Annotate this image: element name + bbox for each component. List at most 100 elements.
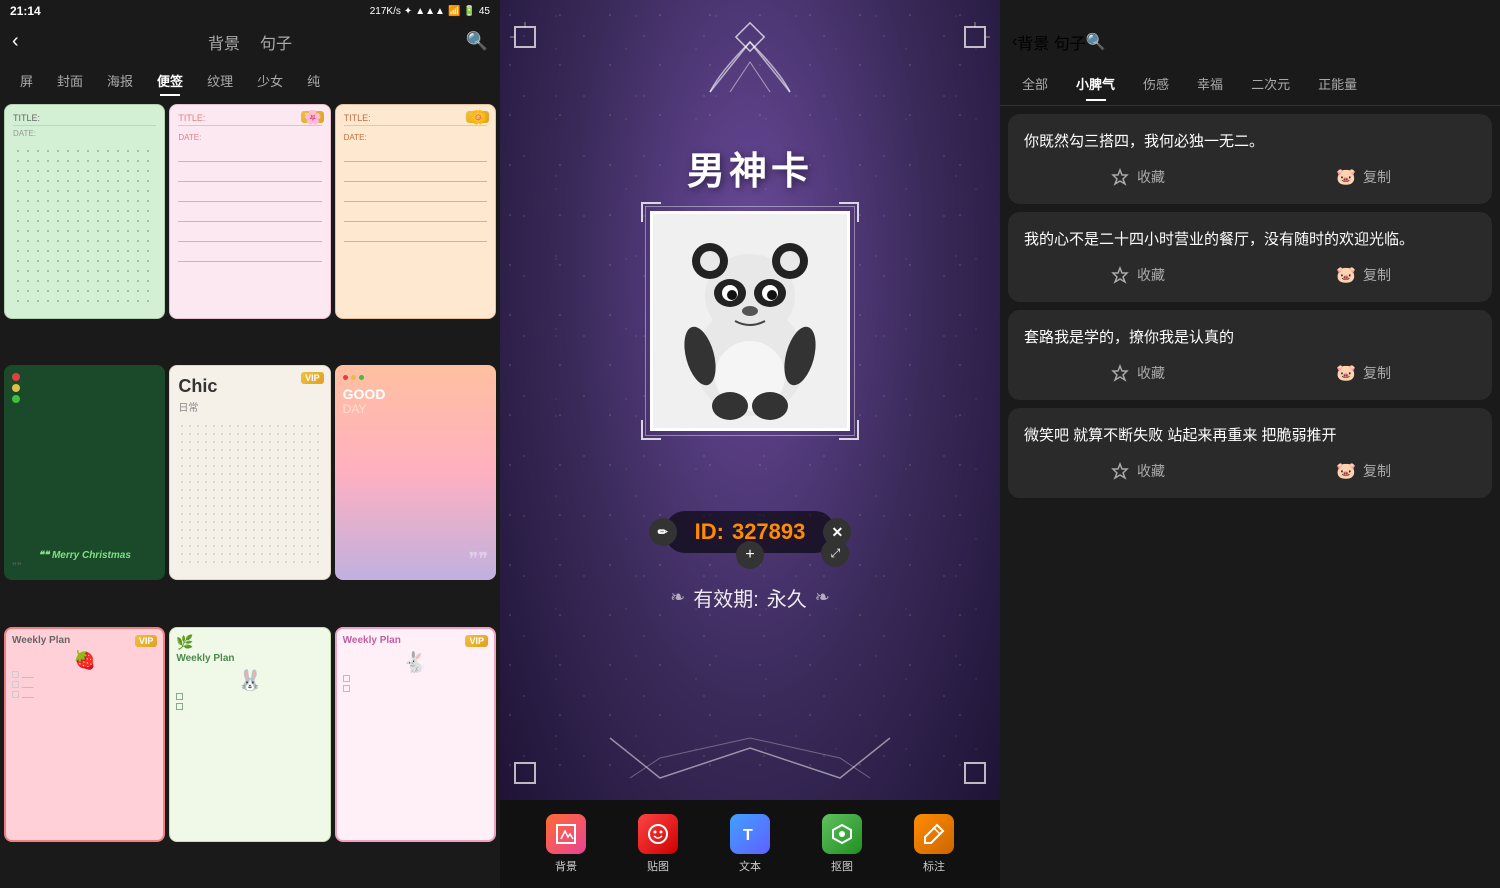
chic-dots <box>178 422 321 569</box>
wallpaper-item-1[interactable]: TITLE: DATE: <box>4 104 165 319</box>
good-day-content: GOOD DAY ❞❞ <box>335 365 496 580</box>
copy-icon-1: 🐷 <box>1335 166 1357 188</box>
add-element-button[interactable]: + <box>736 541 764 569</box>
collect-btn-1[interactable]: 收藏 <box>1109 166 1165 188</box>
cat-tab-screen[interactable]: 屏 <box>8 67 45 94</box>
panda-meme-figure <box>653 214 847 428</box>
frame-corner-bl <box>641 420 661 440</box>
copy-label-2: 复制 <box>1363 265 1391 285</box>
gd-dots <box>343 375 488 380</box>
copy-btn-4[interactable]: 🐷 复制 <box>1335 460 1391 482</box>
right-category-tabs: 全部 小脾气 伤感 幸福 二次元 正能量 <box>1000 62 1500 106</box>
copy-icon-2: 🐷 <box>1335 264 1357 286</box>
copy-btn-2[interactable]: 🐷 复制 <box>1335 264 1391 286</box>
note-title-1: TITLE: <box>13 113 156 126</box>
cat-tab-girl[interactable]: 少女 <box>245 67 295 94</box>
note-dots-1 <box>13 146 156 304</box>
quote-marks: ❞❞ <box>343 549 488 570</box>
vip-badge-9: VIP <box>465 635 488 647</box>
network-left: 217K/s <box>370 6 401 17</box>
back-button-left[interactable]: ‹ <box>12 30 19 53</box>
quote-actions-4: 收藏 🐷 复制 <box>1024 460 1476 482</box>
rcat-happy[interactable]: 幸福 <box>1183 68 1237 99</box>
search-icon-left[interactable]: 🔍 <box>466 31 488 52</box>
dot-green <box>12 395 20 403</box>
signal-icon-left: ▲▲▲ <box>415 6 445 17</box>
quote-actions-3: 收藏 🐷 复制 <box>1024 362 1476 384</box>
copy-label-3: 复制 <box>1363 363 1391 383</box>
collect-btn-3[interactable]: 收藏 <box>1109 362 1165 384</box>
note-date-3: DATE: <box>344 133 487 142</box>
wallpaper-item-8[interactable]: 🌿 Weekly Plan 🐰 <box>169 627 330 842</box>
quote-card-2: 我的心不是二十四小时营业的餐厅，没有随时的欢迎光临。 收藏 🐷 复制 <box>1008 212 1492 302</box>
nav-tab-quotes-right[interactable]: 句子 <box>1054 36 1086 53</box>
panel-right: 21:14 ....2.1K/s ✦ ▲▲ 📶 🔋 45 ‹ 背景 句子 🔍 全… <box>1000 0 1500 888</box>
frame-corner-br <box>839 420 859 440</box>
collect-label-2: 收藏 <box>1137 265 1165 285</box>
rcat-all[interactable]: 全部 <box>1008 68 1062 99</box>
xmas-text: ❝❝ Merry Christmas <box>38 550 130 561</box>
nav-tab-quotes-left[interactable]: 句子 <box>260 30 292 54</box>
traffic-lights <box>12 373 157 403</box>
wallpaper-item-5[interactable]: VIP Chic 日常 <box>169 365 330 580</box>
card-image-frame <box>650 211 850 431</box>
wallpaper-item-3[interactable]: VIP TITLE: DATE: 🌼 <box>335 104 496 319</box>
rcat-temper[interactable]: 小脾气 <box>1062 68 1129 99</box>
id-value: 327893 <box>732 519 805 545</box>
center-card-content: 男神卡 <box>500 0 1000 888</box>
nav-tab-background-right[interactable]: 背景 <box>1017 36 1049 53</box>
quote-actions-1: 收藏 🐷 复制 <box>1024 166 1476 188</box>
quote-text-1: 你既然勾三搭四，我何必独一无二。 <box>1024 130 1476 154</box>
frame-corner-tl <box>641 202 661 222</box>
expand-button[interactable]: ⤢ <box>821 539 849 567</box>
wallpaper-item-7[interactable]: VIP Weekly Plan 🍓 ___ ___ ___ <box>4 627 165 842</box>
card-validity: ❧ 有效期: 永久 ❧ <box>670 583 830 612</box>
strawberry-emoji: 🍓 <box>12 650 157 671</box>
star-icon-3 <box>1109 362 1131 384</box>
wallpaper-grid: TITLE: DATE: VIP TITLE: DATE: 🌸 VIP TI <box>0 100 500 888</box>
nav-tab-background-left[interactable]: 背景 <box>208 30 240 54</box>
wallpaper-item-2[interactable]: VIP TITLE: DATE: 🌸 <box>169 104 330 319</box>
copy-icon-3: 🐷 <box>1335 362 1357 384</box>
cat-tab-note[interactable]: 便签 <box>145 67 195 94</box>
quote-card-1: 你既然勾三搭四，我何必独一无二。 收藏 🐷 复制 <box>1008 114 1492 204</box>
edit-button[interactable]: ✏ <box>649 518 677 546</box>
flower-deco-3: 🌼 <box>470 109 487 126</box>
weekly-content-9: Weekly Plan 🐇 <box>337 629 494 840</box>
quote-text-2: 我的心不是二十四小时营业的餐厅，没有随时的欢迎光临。 <box>1024 228 1476 252</box>
cat-tab-poster[interactable]: 海报 <box>95 67 145 94</box>
wifi-icon-left: 📶 <box>448 6 460 17</box>
validity-label: 有效期: <box>693 583 759 612</box>
cat-tab-cover[interactable]: 封面 <box>45 67 95 94</box>
collect-label-1: 收藏 <box>1137 167 1165 187</box>
note-date-1: DATE: <box>13 129 156 138</box>
cat-tab-texture[interactable]: 纹理 <box>195 67 245 94</box>
wallpaper-item-9[interactable]: VIP Weekly Plan 🐇 <box>335 627 496 842</box>
battery-left: 🔋 <box>463 6 475 17</box>
panel-center: 21:14 0.7K/s ✦ ▲▲ 📶 🔋 45 <box>500 0 1000 888</box>
copy-label-4: 复制 <box>1363 461 1391 481</box>
note-content-2: TITLE: DATE: <box>170 105 329 318</box>
copy-btn-1[interactable]: 🐷 复制 <box>1335 166 1391 188</box>
star-icon-1 <box>1109 166 1131 188</box>
validity-value: 永久 <box>767 583 807 612</box>
cat-tab-pure[interactable]: 纯 <box>295 67 332 94</box>
collect-btn-4[interactable]: 收藏 <box>1109 460 1165 482</box>
collect-btn-2[interactable]: 收藏 <box>1109 264 1165 286</box>
weekly-content-7: Weekly Plan 🍓 ___ ___ ___ <box>6 629 163 840</box>
weekly-content-8: 🌿 Weekly Plan 🐰 <box>170 628 329 841</box>
rcat-sad[interactable]: 伤感 <box>1129 68 1183 99</box>
panel-left: 21:14 217K/s ✦ ▲▲▲ 📶 🔋 45 ‹ 背景 句子 🔍 屏 封面… <box>0 0 500 888</box>
copy-btn-3[interactable]: 🐷 复制 <box>1335 362 1391 384</box>
collect-label-3: 收藏 <box>1137 363 1165 383</box>
weekly-title-8: Weekly Plan <box>176 653 323 664</box>
note-content-3: TITLE: DATE: <box>336 105 495 318</box>
category-tabs-left: 屏 封面 海报 便签 纹理 少女 纯 <box>0 61 500 100</box>
bunny-emoji: 🐰 <box>176 668 323 693</box>
rcat-anime[interactable]: 二次元 <box>1237 68 1304 99</box>
wallpaper-item-6[interactable]: GOOD DAY ❞❞ <box>335 365 496 580</box>
search-icon-right[interactable]: 🔍 <box>1086 32 1106 52</box>
wallpaper-item-4[interactable]: ❝❝ Merry Christmas ❞❞ <box>4 365 165 580</box>
rcat-positive[interactable]: 正能量 <box>1304 68 1371 99</box>
vip-badge-5: VIP <box>301 372 324 384</box>
